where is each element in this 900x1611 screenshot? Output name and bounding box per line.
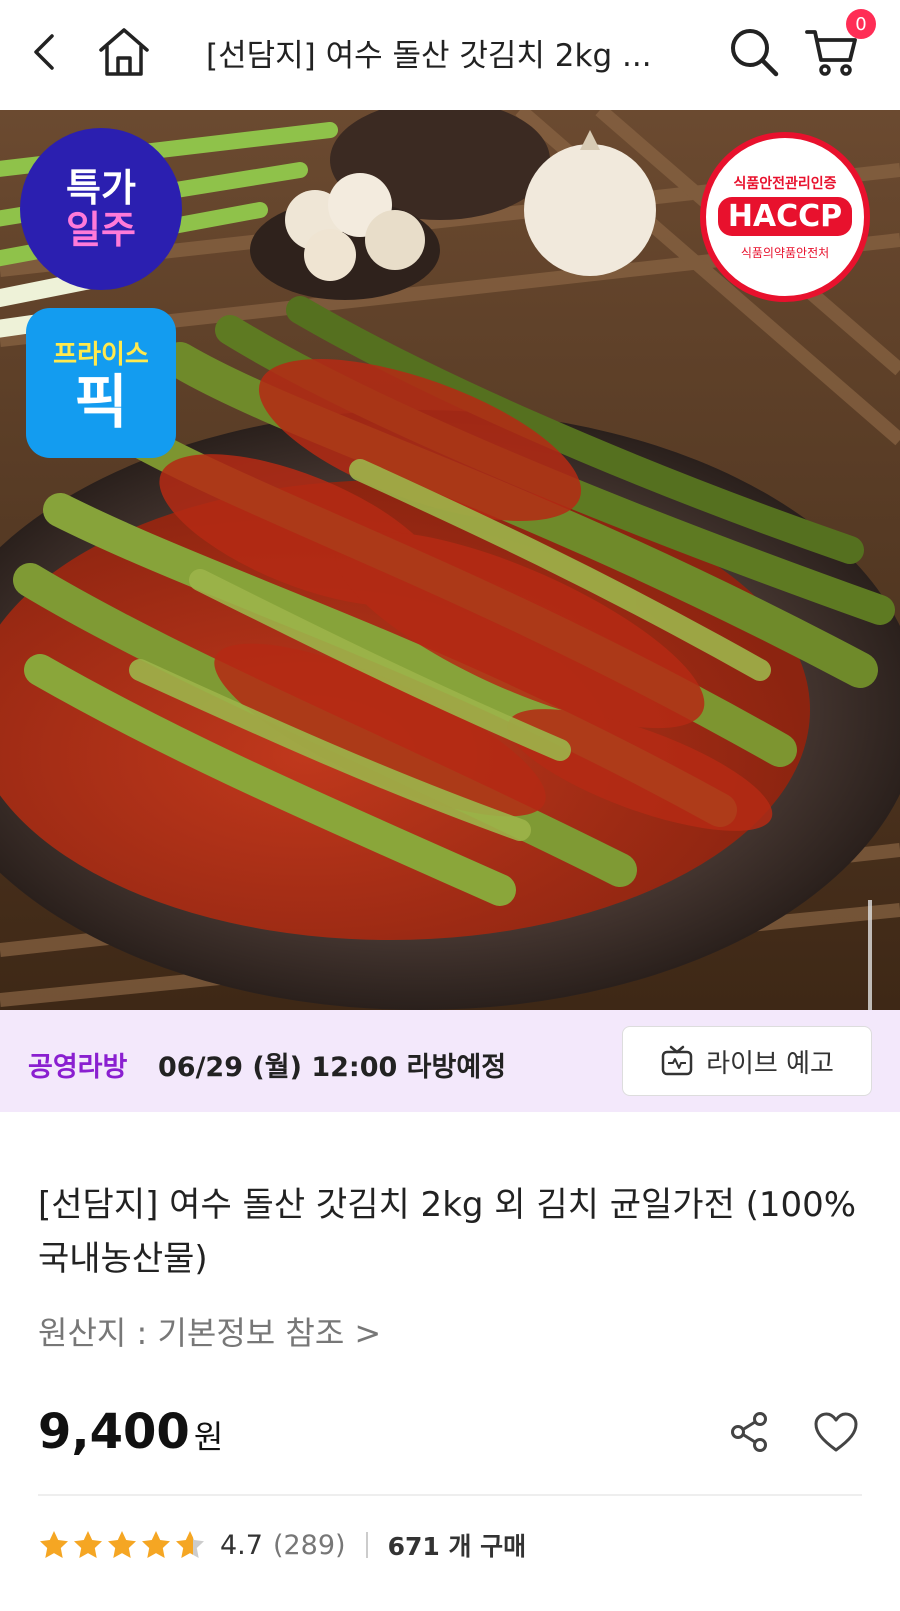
page-title: [선담지] 여수 돌산 갓김치 2kg ... [206,38,652,74]
home-button[interactable] [92,20,156,84]
haccp-certification-badge: 식품안전관리인증 HACCP 식품의약품안전처 [700,132,870,302]
share-button[interactable] [722,1404,778,1460]
search-button[interactable] [722,20,786,84]
heart-icon [814,1412,858,1452]
product-image[interactable]: 특가 일주 프라이스 픽 식품안전관리인증 HACCP 식품의약품안전처 [0,110,900,1010]
price-pick-badge: 프라이스 픽 [26,308,176,458]
top-bar: [선담지] 여수 돌산 갓김치 2kg ... 0 [0,0,900,110]
live-tag: 공영라방 [28,1052,128,1083]
review-count: (289) [272,1529,346,1561]
star-rating [38,1529,208,1561]
back-button[interactable] [14,20,78,84]
separator [365,1532,368,1558]
rating-summary[interactable]: 4.7 (289) 671 개 구매 [38,1524,526,1566]
purchase-count: 671 개 구매 [387,1532,527,1561]
price-value: 9,400 [38,1404,190,1460]
live-preview-button[interactable]: 라이브 예고 [622,1026,872,1096]
cart-count-badge: 0 [846,9,876,39]
star-half-icon [176,1531,204,1558]
like-button[interactable] [808,1404,864,1460]
special-week-badge: 특가 일주 [20,128,182,290]
price-unit: 원 [193,1418,224,1456]
live-preview-label: 라이브 예고 [706,1048,834,1079]
live-schedule: 06/29 (월) 12:00 라방예정 [158,1052,507,1083]
rating-value: 4.7 [220,1529,263,1561]
home-icon [99,28,149,76]
divider [38,1494,862,1496]
product-title: [선담지] 여수 돌산 갓김치 2kg 외 김치 균일가전 (100% 국내농산… [38,1185,857,1279]
share-icon [731,1412,767,1452]
star-icon [74,1531,102,1558]
live-broadcast-banner: 공영라방 06/29 (월) 12:00 라방예정 라이브 예고 [0,1010,900,1112]
tv-icon [661,1045,693,1076]
product-price: 9,400 원 [38,1404,223,1460]
star-icon [108,1531,136,1558]
star-icon [142,1531,170,1558]
back-arrow-icon [34,34,54,70]
origin-link[interactable]: 원산지 : 기본정보 참조 > [38,1308,381,1354]
search-icon [731,29,779,77]
star-icon [40,1531,68,1558]
